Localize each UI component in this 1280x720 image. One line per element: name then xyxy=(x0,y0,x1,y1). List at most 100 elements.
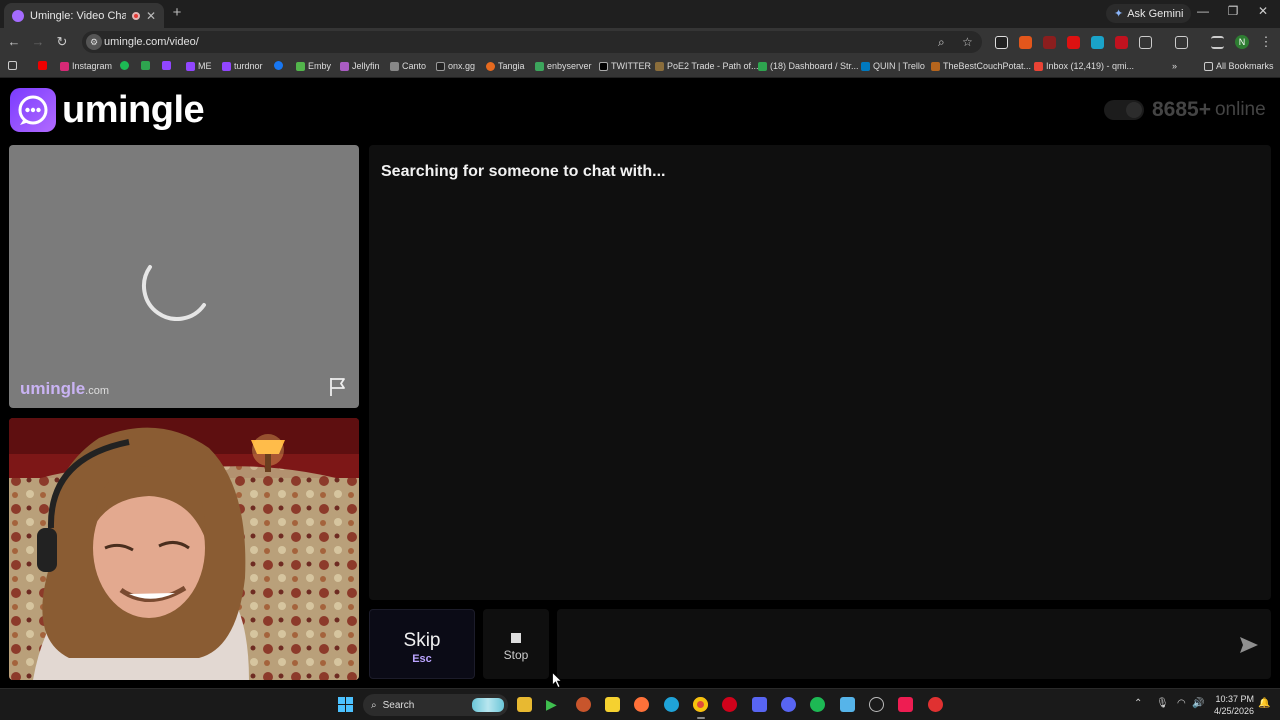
extension-youtube-icon[interactable] xyxy=(1067,36,1080,49)
bookmark-couchpotato[interactable]: TheBestCouchPotat... xyxy=(931,61,1031,71)
report-flag-icon[interactable] xyxy=(327,375,349,397)
new-tab-button[interactable]: + xyxy=(170,4,184,21)
bookmark-tangia[interactable]: Tangia xyxy=(486,61,525,71)
watermark-domain: .com xyxy=(85,385,110,397)
gemini-sparkle-icon: ✦ xyxy=(1114,8,1124,20)
message-input[interactable] xyxy=(557,609,1271,679)
bookmark-gmail-inbox[interactable]: Inbox (12,419) - qmi... xyxy=(1034,61,1134,71)
zoom-icon[interactable]: ⌕ xyxy=(938,35,945,50)
umingle-favicon-icon xyxy=(12,9,24,22)
tiktok-icon[interactable] xyxy=(898,697,913,712)
browser-menu-icon[interactable]: ⋮ xyxy=(1258,34,1274,50)
minimize-window-icon[interactable]: — xyxy=(1188,4,1218,18)
bookmarks-overflow-icon[interactable]: » xyxy=(1172,61,1177,71)
site-logo[interactable]: umingle xyxy=(10,88,205,132)
browser-tab-bar: Umingle: Video Chat with S ✕ + ✦ Ask Gem… xyxy=(0,0,1280,28)
edge-icon[interactable] xyxy=(664,697,679,712)
media-controls-icon[interactable] xyxy=(1211,36,1224,49)
bookmark-jellyfin[interactable]: Jellyfin xyxy=(340,61,380,71)
opera-icon[interactable] xyxy=(722,697,737,712)
bookmark-trello[interactable]: QUIN | Trello xyxy=(861,61,925,71)
tab-close-icon[interactable]: ✕ xyxy=(146,9,156,23)
chrome-active-indicator xyxy=(697,717,705,719)
bookmark-twitter[interactable]: TWITTER xyxy=(599,61,651,71)
spotify-icon[interactable] xyxy=(810,697,825,712)
browser-tab-active[interactable]: Umingle: Video Chat with S ✕ xyxy=(4,3,164,28)
volume-icon[interactable]: 🔊 xyxy=(1192,698,1204,709)
send-arrow-icon[interactable] xyxy=(1238,634,1260,656)
windows-start-icon[interactable] xyxy=(338,697,353,712)
wifi-icon[interactable]: ◠ xyxy=(1177,698,1186,709)
skip-shortcut-key: Esc xyxy=(412,653,432,665)
bookmark-canto[interactable]: Canto xyxy=(390,61,426,71)
bookmark-instagram[interactable]: Instagram xyxy=(60,61,112,71)
bookmark-youtube[interactable] xyxy=(38,61,47,70)
bookmark-turdnor[interactable]: turdnor xyxy=(222,61,263,71)
extension-red-icon[interactable] xyxy=(1043,36,1056,49)
sticky-notes-icon[interactable] xyxy=(605,697,620,712)
notepad-icon[interactable] xyxy=(840,697,855,712)
bookmark-twitch[interactable] xyxy=(162,61,171,70)
chat-status-message: Searching for someone to chat with... xyxy=(381,163,666,180)
cast-icon[interactable] xyxy=(1175,36,1188,49)
bookmark-green-app[interactable] xyxy=(141,61,150,70)
browser-toolbar: ← → ↻ ⚙ umingle.com/video/ ⌕ ☆ N ⋮ xyxy=(0,28,1280,56)
restore-window-icon[interactable]: ❐ xyxy=(1218,4,1248,18)
extension-shield-icon[interactable] xyxy=(1115,36,1128,49)
app-orange-icon[interactable] xyxy=(576,697,591,712)
file-explorer-icon[interactable] xyxy=(517,697,532,712)
extension-7tv-icon[interactable] xyxy=(1091,36,1104,49)
bookmark-poe2-trade[interactable]: PoE2 Trade - Path of... xyxy=(655,61,759,71)
chrome-icon[interactable] xyxy=(693,697,708,712)
close-window-icon[interactable]: ✕ xyxy=(1248,4,1278,18)
app-circle-icon[interactable] xyxy=(869,697,884,712)
bookmark-spotify[interactable] xyxy=(120,61,129,70)
logo-wordmark: umingle xyxy=(62,88,205,131)
taskbar-clock[interactable]: 10:37 PM 4/25/2026 xyxy=(1208,693,1254,717)
clock-time: 10:37 PM xyxy=(1215,694,1254,704)
address-bar[interactable]: ⚙ umingle.com/video/ ⌕ ☆ xyxy=(82,31,982,53)
taskbar-search[interactable]: ⌕ Search xyxy=(363,694,508,716)
bookmark-dashboard[interactable]: (18) Dashboard / Str... xyxy=(758,61,859,71)
app-icon xyxy=(141,61,150,70)
search-highlight-image xyxy=(472,698,504,712)
app-red-icon[interactable] xyxy=(928,697,943,712)
x-icon xyxy=(599,61,608,71)
apps-grid-icon[interactable] xyxy=(8,61,17,70)
url-text[interactable]: umingle.com/video/ xyxy=(104,36,199,48)
bookmark-star-icon[interactable]: ☆ xyxy=(962,35,973,49)
all-bookmarks-button[interactable]: All Bookmarks xyxy=(1204,61,1274,71)
discord-icon[interactable] xyxy=(781,697,796,712)
tray-overflow-icon[interactable]: ⌃ xyxy=(1134,698,1142,709)
watermark-name: umingle xyxy=(20,379,86,398)
trello-icon xyxy=(861,61,870,71)
bookmark-enbyserver[interactable]: enbyserver xyxy=(535,61,592,71)
stop-button[interactable]: Stop xyxy=(483,609,549,679)
bookmark-onx[interactable]: onx.gg xyxy=(436,61,475,71)
firefox-icon[interactable] xyxy=(634,697,649,712)
notification-bell-icon[interactable]: 🔔 xyxy=(1258,698,1270,709)
bookmark-emby[interactable]: Emby xyxy=(296,61,331,71)
media-play-icon[interactable]: ▶ xyxy=(546,697,561,712)
microphone-icon[interactable]: 🎙 xyxy=(1156,698,1169,709)
forward-arrow-icon[interactable]: → xyxy=(30,34,46,49)
reload-icon[interactable]: ↻ xyxy=(54,34,70,50)
extensions-puzzle-icon[interactable] xyxy=(1139,36,1152,49)
couchpotato-icon xyxy=(931,61,940,71)
ask-gemini-button[interactable]: ✦ Ask Gemini xyxy=(1106,4,1192,23)
dashboard-icon xyxy=(758,61,767,71)
facebook-icon xyxy=(274,61,283,70)
enbyserver-icon xyxy=(535,61,544,71)
bookmark-me[interactable]: ME xyxy=(186,61,212,71)
extension-orange-icon[interactable] xyxy=(1019,36,1032,49)
tab-title: Umingle: Video Chat with S xyxy=(30,9,126,22)
back-arrow-icon[interactable]: ← xyxy=(6,34,22,49)
site-info-icon[interactable]: ⚙ xyxy=(86,34,102,50)
theme-toggle[interactable] xyxy=(1104,100,1144,120)
taskbar-search-label: Search xyxy=(382,699,415,711)
app-blue-icon[interactable] xyxy=(752,697,767,712)
skip-button[interactable]: Skip Esc xyxy=(369,609,475,679)
profile-avatar[interactable]: N xyxy=(1235,35,1249,49)
extension-k-icon[interactable] xyxy=(995,36,1008,49)
bookmark-facebook[interactable] xyxy=(274,61,283,70)
